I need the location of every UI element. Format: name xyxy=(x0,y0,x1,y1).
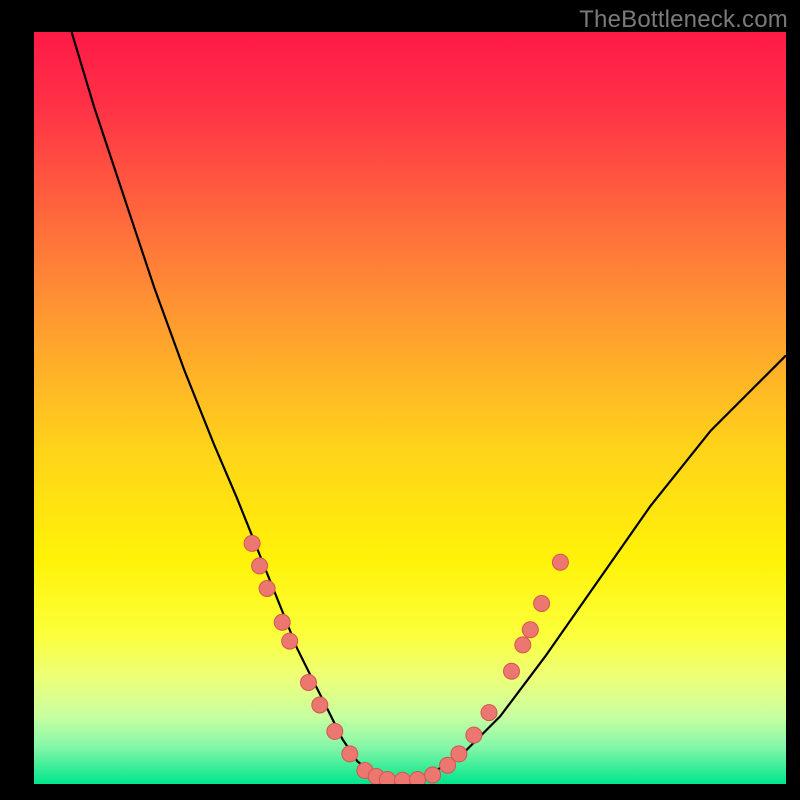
data-point xyxy=(395,772,411,784)
data-point xyxy=(379,772,395,785)
data-point xyxy=(259,581,275,597)
data-point xyxy=(552,554,568,570)
data-point xyxy=(466,727,482,743)
data-point xyxy=(410,772,426,785)
data-point xyxy=(282,633,298,649)
data-point xyxy=(481,705,497,721)
data-point xyxy=(312,697,328,713)
watermark-text: TheBottleneck.com xyxy=(579,6,788,34)
gradient-bg xyxy=(34,32,786,784)
plot-svg xyxy=(34,32,786,784)
data-point xyxy=(301,675,317,691)
chart-stage: TheBottleneck.com xyxy=(0,0,800,800)
data-point xyxy=(522,622,538,638)
data-point xyxy=(515,637,531,653)
data-point xyxy=(451,746,467,762)
data-point xyxy=(425,767,441,783)
data-point xyxy=(504,663,520,679)
data-point xyxy=(244,535,260,551)
data-point xyxy=(342,746,358,762)
data-point xyxy=(274,614,290,630)
data-point xyxy=(327,723,343,739)
data-point xyxy=(534,596,550,612)
data-point xyxy=(252,558,268,574)
